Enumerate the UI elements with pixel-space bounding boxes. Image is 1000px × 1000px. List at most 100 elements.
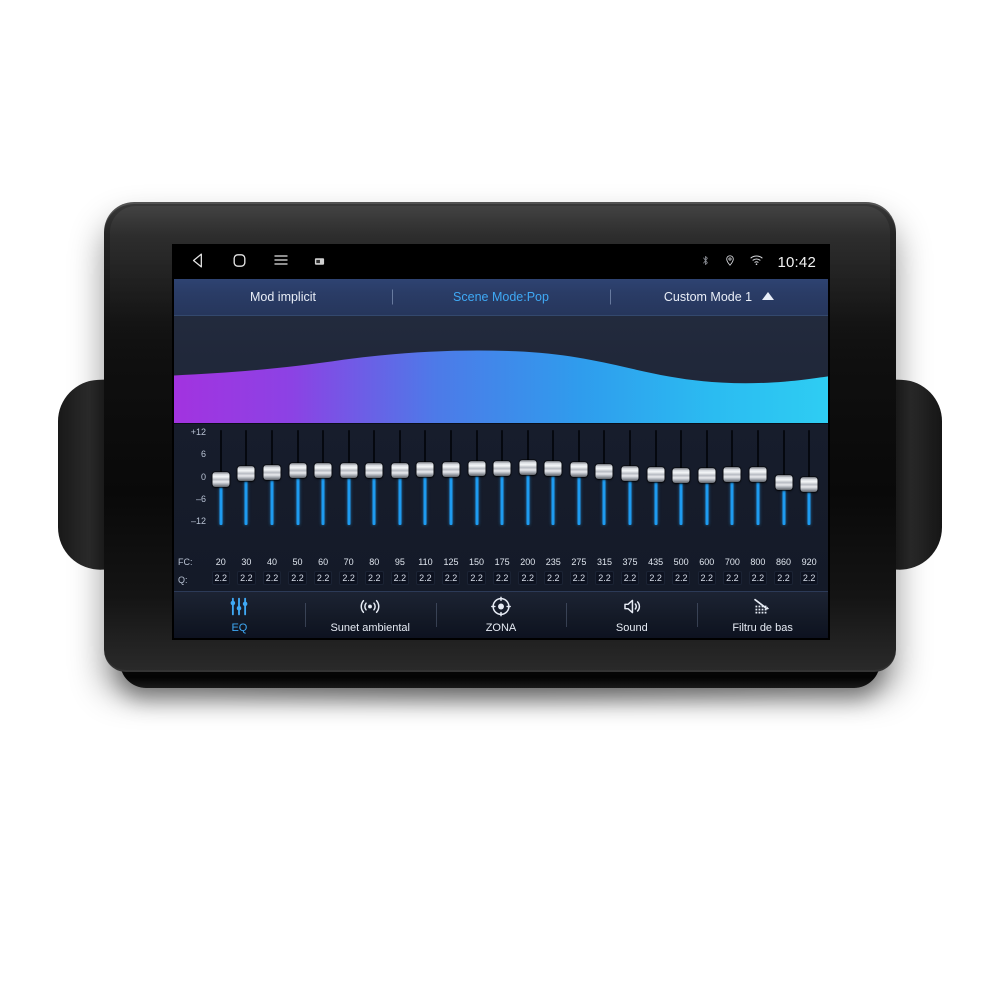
eq-band-knob[interactable]	[416, 462, 434, 477]
eq-band-knob[interactable]	[749, 467, 767, 483]
eq-band-knob[interactable]	[647, 467, 665, 483]
q-value-cell[interactable]: 2.2	[541, 571, 567, 585]
fc-value: 500	[673, 557, 689, 567]
q-value-cell[interactable]: 2.2	[771, 571, 797, 585]
eq-band-knob[interactable]	[723, 467, 741, 483]
eq-band-knob[interactable]	[442, 462, 460, 477]
tab-eq[interactable]: EQ	[174, 596, 305, 634]
eq-band-fill	[730, 480, 734, 525]
q-value-cell[interactable]: 2.2	[643, 571, 669, 585]
q-value-cell[interactable]: 2.2	[234, 571, 260, 585]
surround-icon	[305, 596, 436, 618]
fc-value: 50	[292, 557, 303, 567]
eq-band-knob[interactable]	[314, 463, 332, 479]
eq-band-knob[interactable]	[775, 474, 792, 490]
q-value-cell[interactable]: 2.2	[489, 571, 515, 585]
eq-band-fill	[372, 476, 376, 525]
tab-bass-filter-label: Filtru de bas	[732, 622, 793, 634]
eq-band-fill	[577, 475, 581, 525]
mode-tab-custom[interactable]: Custom Mode 1	[610, 290, 828, 304]
mode-tab-default[interactable]: Mod implicit	[174, 290, 392, 304]
eq-band-knob[interactable]	[340, 463, 358, 479]
q-value-cell[interactable]: 2.2	[361, 571, 387, 585]
db-tick: –6	[195, 493, 206, 504]
tab-zone-label: ZONA	[485, 622, 517, 634]
fc-axis-label: FC:	[178, 557, 193, 567]
q-value-cell[interactable]: 2.2	[285, 571, 311, 585]
zone-target-icon	[436, 596, 567, 618]
eq-band-knob[interactable]	[263, 464, 281, 480]
eq-band-knob[interactable]	[237, 466, 255, 482]
tab-bass-filter[interactable]: Filtru de bas	[697, 596, 828, 634]
mode-tab-scene[interactable]: Scene Mode:Pop	[392, 290, 610, 304]
eq-band-knob[interactable]	[570, 462, 588, 477]
eq-band-fill	[270, 477, 274, 525]
eq-band-knob[interactable]	[544, 460, 562, 476]
tab-surround-label: Sunet ambiental	[330, 622, 410, 634]
q-value-cell[interactable]: 2.2	[336, 571, 362, 585]
eq-band-knob[interactable]	[289, 463, 307, 479]
q-value-cell[interactable]: 2.2	[720, 571, 746, 585]
eq-band-knob[interactable]	[698, 468, 716, 483]
eq-band-knob[interactable]	[391, 462, 409, 478]
mode-tab-custom-label: Custom Mode 1	[663, 290, 753, 304]
eq-band-fill	[423, 475, 427, 525]
tab-zone[interactable]: ZONA	[436, 596, 567, 634]
q-value-cell[interactable]: 2.2	[745, 571, 771, 585]
q-value-cell[interactable]: 2.2	[310, 571, 336, 585]
fc-value: 20	[215, 557, 226, 567]
eq-band-fill	[551, 473, 555, 525]
tab-eq-label: EQ	[231, 622, 248, 634]
q-value-cell[interactable]: 2.2	[387, 571, 413, 585]
eq-band-fill	[475, 474, 479, 525]
wifi-icon	[749, 253, 764, 272]
eq-band-knob[interactable]	[800, 477, 818, 493]
tab-sound[interactable]: Sound	[566, 596, 697, 634]
fc-value: 375	[622, 557, 638, 567]
screenshot-icon[interactable]	[314, 254, 325, 272]
bass-filter-icon	[697, 596, 828, 618]
equalizer-icon	[174, 596, 305, 618]
eq-band-knob[interactable]	[595, 464, 613, 479]
q-value-cell[interactable]: 2.2	[515, 571, 541, 585]
q-value-cell[interactable]: 2.2	[796, 571, 822, 585]
eq-band-knob[interactable]	[365, 463, 383, 479]
location-icon	[724, 253, 736, 273]
triangle-up-icon[interactable]	[762, 292, 775, 300]
eq-band-fill	[628, 479, 632, 525]
q-value-cell[interactable]: 2.2	[438, 571, 464, 585]
device-screen: 10:42 Mod implicit Scene Mode:Pop Custom…	[174, 246, 828, 638]
q-value-cell[interactable]: 2.2	[566, 571, 592, 585]
menu-icon[interactable]	[272, 252, 290, 273]
eq-response-curve	[174, 316, 828, 424]
eq-band-knob[interactable]	[672, 468, 690, 483]
eq-band-fill	[526, 473, 530, 525]
q-value-cell[interactable]: 2.2	[694, 571, 720, 585]
db-tick: 6	[200, 449, 206, 460]
back-icon[interactable]	[190, 252, 207, 274]
q-value-cell[interactable]: 2.2	[259, 571, 285, 585]
q-value-cell[interactable]: 2.2	[208, 571, 234, 585]
mode-tab-default-label: Mod implicit	[250, 290, 316, 304]
q-value-cell[interactable]: 2.2	[617, 571, 643, 585]
eq-band-fill	[500, 473, 504, 525]
db-axis: +12 6 0 –6 –12	[178, 428, 208, 526]
eq-band-fill	[347, 476, 351, 525]
tab-surround[interactable]: Sunet ambiental	[305, 596, 436, 634]
q-value-cell[interactable]: 2.2	[668, 571, 694, 585]
eq-band-knob[interactable]	[493, 460, 511, 476]
eq-band-knob[interactable]	[621, 466, 639, 481]
q-value-cell[interactable]: 2.2	[413, 571, 439, 585]
android-status-bar: 10:42	[174, 246, 828, 279]
fc-value: 125	[443, 557, 459, 567]
eq-band-knob[interactable]	[468, 461, 486, 477]
eq-band-knob[interactable]	[519, 460, 537, 475]
home-icon[interactable]	[231, 252, 248, 274]
q-value-cell[interactable]: 2.2	[464, 571, 490, 585]
fc-value: 800	[750, 557, 766, 567]
eq-band-fill	[782, 487, 785, 525]
q-value-cell[interactable]: 2.2	[592, 571, 618, 585]
fc-value: 150	[469, 557, 485, 567]
db-tick: 0	[200, 471, 206, 482]
eq-band-knob[interactable]	[212, 472, 230, 487]
